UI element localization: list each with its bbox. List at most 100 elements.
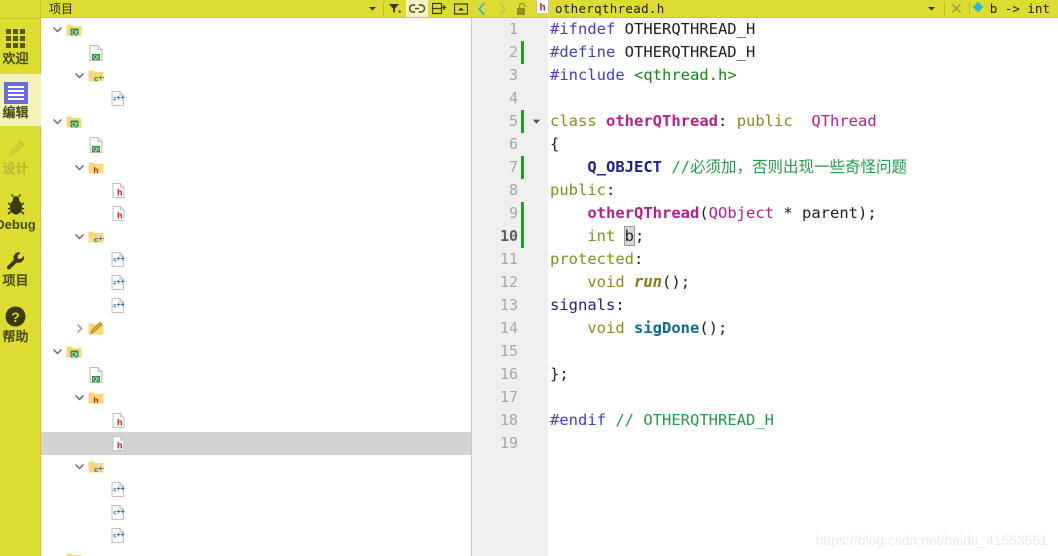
wrench-icon (4, 249, 28, 273)
close-icon[interactable] (947, 0, 967, 18)
combo-chevron-icon[interactable] (361, 0, 383, 17)
filter-icon[interactable] (384, 0, 406, 17)
tree-item-untitled2[interactable]: Qt (41, 547, 472, 556)
editor-gutter[interactable]: 1 2 3 4 5 6 7 8 9 10 11 12 13 14 15 16 17 18 19 (472, 18, 548, 556)
mode-item-edit[interactable]: 编辑 (0, 74, 41, 126)
code-line[interactable] (550, 386, 559, 409)
twisty-down-icon[interactable] (50, 547, 64, 556)
code-line[interactable] (550, 432, 559, 455)
tree-item-headers[interactable]: h (41, 156, 472, 179)
code-text[interactable]: #ifndef OTHERQTHREAD_H #define OTHERQTHRE… (550, 18, 1058, 556)
twisty-right-icon[interactable] (72, 317, 86, 340)
code-line[interactable]: void sigDone(); (550, 317, 727, 340)
symbol-navigator[interactable]: b -> int (972, 0, 1058, 18)
line-number: 18 (499, 411, 518, 429)
twisty-down-icon[interactable] (50, 110, 64, 133)
folder-cpp-icon: c++ (86, 225, 106, 248)
collapse-panel-icon[interactable] (450, 0, 472, 17)
tree-item-sources[interactable]: c++ (41, 225, 472, 248)
project-tree-list[interactable]: QtQtc++c++QtQthhhc++c++c++c++QtQthhhc++c… (41, 18, 472, 556)
line-number: 11 (499, 250, 518, 268)
chevron-down-icon[interactable] (922, 0, 942, 18)
mode-label-debug: Debug (0, 216, 36, 232)
tree-item-untitled1[interactable]: Qt (41, 340, 472, 363)
tree-item-mainthread-h[interactable]: h (41, 409, 472, 432)
code-line[interactable]: otherQThread(QObject * parent); (550, 202, 876, 225)
code-line[interactable]: public: (550, 179, 615, 202)
tree-item-thread[interactable]: Qt (41, 110, 472, 133)
line-number: 1 (508, 20, 518, 38)
mode-item-design[interactable]: 设计 (0, 132, 41, 180)
twisty-down-icon[interactable] (72, 64, 86, 87)
twisty-down-icon[interactable] (72, 455, 86, 478)
svg-text:?: ? (11, 309, 20, 325)
tree-item-forms[interactable] (41, 317, 472, 340)
code-line[interactable]: Q_OBJECT //必须加，否则出现一些奇怪问题 (550, 156, 907, 179)
tree-item-untitled1-pro[interactable]: Qt (41, 363, 472, 386)
mode-item-debug[interactable]: Debug (0, 188, 41, 236)
code-line[interactable] (550, 340, 559, 363)
tree-item-mainthread-cpp[interactable]: c ++ (41, 501, 472, 524)
question-help-icon: ? (4, 305, 27, 329)
code-line[interactable]: #ifndef OTHERQTHREAD_H (550, 18, 755, 41)
twisty-placeholder (72, 133, 86, 156)
svg-text:++: ++ (116, 279, 124, 286)
tree-item-calculator-pro[interactable]: Qt (41, 41, 472, 64)
link-sync-icon[interactable] (406, 0, 428, 17)
code-line[interactable]: int b; (550, 225, 644, 248)
line-number: 19 (499, 434, 518, 452)
code-line[interactable]: { (550, 133, 559, 156)
tree-item-mainwindow-h[interactable]: h (41, 179, 472, 202)
twisty-down-icon[interactable] (50, 340, 64, 363)
tree-item-otherqthread-cpp[interactable]: c ++ (41, 524, 472, 547)
tree-item-mainwindow-cpp[interactable]: c ++ (41, 271, 472, 294)
tree-item-main-cpp[interactable]: c ++ (41, 87, 472, 110)
code-line[interactable]: protected: (550, 248, 643, 271)
toolbar-divider-2 (968, 2, 970, 15)
twisty-down-icon[interactable] (72, 225, 86, 248)
tree-item-other-cpp[interactable]: c ++ (41, 294, 472, 317)
code-editor-area[interactable]: 1 2 3 4 5 6 7 8 9 10 11 12 13 14 15 16 17 18 19 #ifndef OT… (472, 18, 1058, 556)
tree-item-thread-pro[interactable]: Qt (41, 133, 472, 156)
line-number: 2 (508, 43, 518, 61)
svg-text:h: h (117, 188, 123, 198)
tree-item-calculator[interactable]: Qt (41, 18, 472, 41)
code-line[interactable]: signals: (550, 294, 625, 317)
twisty-down-icon[interactable] (72, 156, 86, 179)
code-line[interactable]: void run(); (550, 271, 690, 294)
variable-diamond-icon (972, 0, 984, 18)
code-line[interactable]: #include <qthread.h> (550, 64, 737, 87)
mode-label-design: 设计 (2, 160, 29, 176)
code-line[interactable]: }; (550, 363, 569, 386)
tree-item-main-cpp[interactable]: c ++ (41, 478, 472, 501)
navigate-forward-button[interactable] (492, 0, 512, 18)
code-line[interactable]: #define OTHERQTHREAD_H (550, 41, 755, 64)
tree-item-main-cpp[interactable]: c ++ (41, 248, 472, 271)
twisty-down-icon[interactable] (72, 386, 86, 409)
code-line[interactable]: class otherQThread: public QThread (550, 110, 877, 133)
line-number: 9 (508, 204, 518, 222)
code-line[interactable]: #endif // OTHERQTHREAD_H (550, 409, 774, 432)
change-marker (521, 225, 524, 248)
split-add-icon[interactable] (428, 0, 450, 17)
tree-item-headers[interactable]: h (41, 386, 472, 409)
tree-item-sources[interactable]: c++ (41, 64, 472, 87)
twisty-down-icon[interactable] (50, 18, 64, 41)
twisty-placeholder (94, 271, 108, 294)
mode-selector-bar: 欢迎 编辑 设计 ebug 项目 ? 帮助 (0, 0, 41, 556)
mode-item-welcome[interactable]: 欢迎 (0, 22, 41, 70)
mode-item-help[interactable]: ? 帮助 (0, 300, 41, 348)
tree-item-other-h[interactable]: h (41, 202, 472, 225)
code-line[interactable] (550, 87, 559, 110)
folder-cpp-icon: c++ (86, 64, 106, 87)
tree-item-sources[interactable]: c++ (41, 455, 472, 478)
tree-item-otherqthread-h[interactable]: h (41, 432, 472, 455)
unlocked-padlock-icon[interactable] (512, 0, 532, 18)
line-number: 5 (508, 112, 518, 130)
mode-item-projects[interactable]: 项目 (0, 244, 41, 292)
cpp-file-icon: c ++ (108, 87, 128, 110)
navigate-back-button[interactable] (472, 0, 492, 18)
fold-toggle-icon[interactable] (529, 110, 543, 133)
bug-icon (4, 193, 28, 217)
open-document-tab[interactable]: h otherqthread.h (532, 0, 665, 19)
